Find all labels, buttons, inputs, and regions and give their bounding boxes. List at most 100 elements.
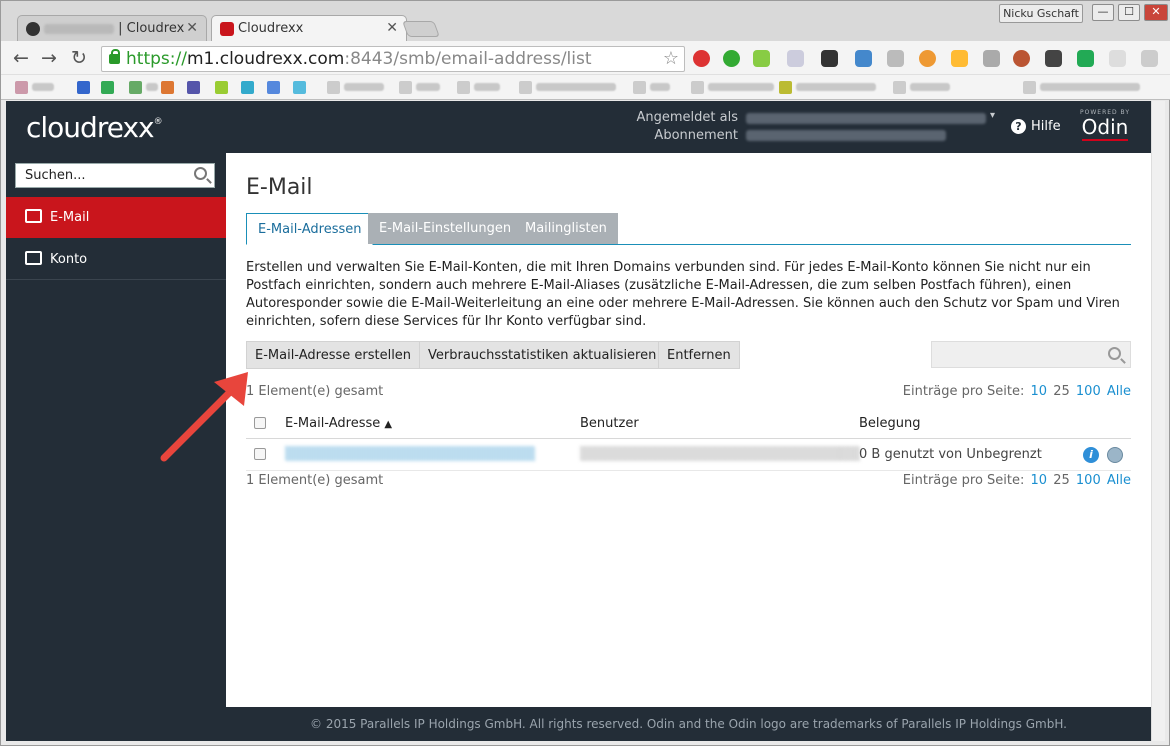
extension-icon[interactable] bbox=[693, 50, 710, 67]
profile-button[interactable]: Nicku Gschaft bbox=[999, 4, 1083, 23]
sidebar-item-konto[interactable]: Konto bbox=[6, 239, 226, 280]
bookmark-item[interactable] bbox=[77, 80, 90, 94]
extension-icon[interactable] bbox=[1109, 50, 1126, 67]
bookmark-item[interactable] bbox=[215, 80, 228, 94]
browser-tab-bar: | Cloudrex ✕ Cloudrexx ✕ Nicku Gschaft —… bbox=[1, 1, 1170, 42]
search-icon[interactable] bbox=[1108, 347, 1121, 360]
minimize-button[interactable]: — bbox=[1092, 4, 1114, 21]
column-user[interactable]: Benutzer bbox=[580, 416, 639, 431]
dropdown-chevron-icon[interactable]: ▾ bbox=[990, 110, 995, 121]
close-window-button[interactable]: ✕ bbox=[1144, 4, 1168, 21]
bookmark-item[interactable] bbox=[187, 80, 200, 94]
menu-icon[interactable] bbox=[1141, 50, 1158, 67]
row-checkbox[interactable] bbox=[254, 448, 266, 460]
per-page-10[interactable]: 10 bbox=[1031, 473, 1048, 488]
browser-tab-2[interactable]: Cloudrexx ✕ bbox=[211, 15, 407, 42]
extension-icon[interactable] bbox=[1045, 50, 1062, 67]
select-all-checkbox[interactable] bbox=[254, 417, 266, 429]
search-placeholder: Suchen... bbox=[25, 168, 86, 183]
page-description: Erstellen und verwalten Sie E-Mail-Konte… bbox=[246, 260, 1120, 329]
bookmark-item[interactable] bbox=[779, 80, 876, 94]
forward-icon[interactable]: → bbox=[41, 48, 57, 68]
extension-icon[interactable] bbox=[887, 50, 904, 67]
bookmark-item[interactable] bbox=[241, 80, 254, 94]
browser-tab-1[interactable]: | Cloudrex ✕ bbox=[17, 15, 207, 42]
help-label: Hilfe bbox=[1031, 119, 1061, 134]
bookmark-item[interactable] bbox=[129, 80, 158, 94]
bookmark-item[interactable] bbox=[633, 80, 670, 94]
column-usage[interactable]: Belegung bbox=[859, 416, 921, 431]
webmail-icon[interactable] bbox=[1107, 447, 1123, 463]
help-link[interactable]: ? Hilfe bbox=[1011, 119, 1061, 134]
per-page-bottom: Einträge pro Seite: 10 25 100 Alle bbox=[903, 473, 1131, 488]
search-icon[interactable] bbox=[194, 167, 207, 180]
extension-icon[interactable] bbox=[723, 50, 740, 67]
mail-icon bbox=[25, 209, 42, 223]
reload-icon[interactable]: ↻ bbox=[71, 48, 87, 68]
column-email-address[interactable]: E-Mail-Adresse ▲ bbox=[285, 416, 392, 431]
redacted-login[interactable] bbox=[746, 113, 986, 124]
tab-email-settings[interactable]: E-Mail-Einstellungen bbox=[368, 213, 523, 244]
lock-icon bbox=[109, 49, 120, 64]
extension-icon[interactable] bbox=[753, 50, 770, 67]
maximize-button[interactable]: ☐ bbox=[1118, 4, 1140, 21]
extension-icon[interactable] bbox=[1013, 50, 1030, 67]
per-page-25: 25 bbox=[1053, 384, 1070, 399]
bookmark-item[interactable] bbox=[267, 80, 280, 94]
total-count-top: 1 Element(e) gesamt bbox=[246, 384, 384, 399]
vertical-scrollbar[interactable] bbox=[1151, 101, 1165, 741]
bookmark-item[interactable] bbox=[293, 80, 306, 94]
per-page-all[interactable]: Alle bbox=[1107, 384, 1131, 399]
extension-icon[interactable] bbox=[787, 50, 804, 67]
bookmark-item[interactable] bbox=[161, 80, 174, 94]
address-bar[interactable]: https://m1.cloudrexx.com:8443/smb/email-… bbox=[101, 46, 685, 72]
tab-email-addresses[interactable]: E-Mail-Adressen bbox=[246, 213, 374, 245]
url-host: m1.cloudrexx.com bbox=[186, 49, 345, 69]
bookmark-item[interactable] bbox=[101, 80, 114, 94]
redacted-user: ▒▒▒▒▒▒▒▒▒▒▒▒▒▒▒▒▒▒▒▒▒▒▒▒▒▒▒▒ bbox=[580, 447, 860, 462]
per-page-10[interactable]: 10 bbox=[1031, 384, 1048, 399]
sidebar-item-email[interactable]: E-Mail bbox=[6, 197, 226, 238]
redacted-subscription[interactable] bbox=[746, 130, 946, 141]
info-icon[interactable]: i bbox=[1083, 447, 1099, 463]
odin-logo: POWERED BY Odin bbox=[1080, 109, 1130, 141]
per-page-all[interactable]: Alle bbox=[1107, 473, 1131, 488]
logged-in-label: Angemeldet als bbox=[636, 110, 739, 125]
back-icon[interactable]: ← bbox=[13, 48, 29, 68]
tab-bar: E-Mail-Adressen E-Mail-Einstellungen Mai… bbox=[246, 213, 1131, 245]
tab-label: Cloudrexx bbox=[238, 21, 304, 36]
new-tab-button[interactable] bbox=[402, 21, 440, 37]
per-page-100[interactable]: 100 bbox=[1076, 473, 1101, 488]
extension-icon[interactable] bbox=[1077, 50, 1094, 67]
bookmark-item[interactable] bbox=[457, 80, 500, 94]
table-row: ▒▒▒▒▒▒▒▒▒▒▒▒▒▒▒▒▒▒▒▒▒▒▒▒▒ ▒▒▒▒▒▒▒▒▒▒▒▒▒▒… bbox=[246, 439, 1131, 471]
browser-window: | Cloudrex ✕ Cloudrexx ✕ Nicku Gschaft —… bbox=[0, 0, 1170, 746]
logo-text: cloudrexx bbox=[26, 111, 155, 144]
bookmark-item[interactable] bbox=[399, 80, 440, 94]
redacted-email-link[interactable]: ▒▒▒▒▒▒▒▒▒▒▒▒▒▒▒▒▒▒▒▒▒▒▒▒▒ bbox=[285, 447, 535, 462]
refresh-stats-button[interactable]: Verbrauchsstatistiken aktualisieren bbox=[419, 341, 666, 369]
extension-icon[interactable] bbox=[855, 50, 872, 67]
bookmark-item[interactable] bbox=[1023, 80, 1140, 94]
tab-mailing-lists[interactable]: Mailinglisten bbox=[514, 213, 618, 244]
bookmark-item[interactable] bbox=[691, 80, 774, 94]
extension-icon[interactable] bbox=[919, 50, 936, 67]
tab-close-icon[interactable]: ✕ bbox=[386, 20, 398, 36]
remove-button[interactable]: Entfernen bbox=[658, 341, 740, 369]
extension-icon[interactable] bbox=[951, 50, 968, 67]
bookmark-item[interactable] bbox=[15, 80, 54, 94]
bookmark-item[interactable] bbox=[519, 80, 616, 94]
extension-icon[interactable] bbox=[821, 50, 838, 67]
bookmark-item[interactable] bbox=[327, 80, 384, 94]
list-search-input[interactable] bbox=[931, 341, 1131, 368]
bookmark-item[interactable] bbox=[893, 80, 950, 94]
tab-close-icon[interactable]: ✕ bbox=[186, 20, 198, 36]
extension-icon[interactable] bbox=[983, 50, 1000, 67]
create-email-button[interactable]: E-Mail-Adresse erstellen bbox=[246, 341, 421, 369]
sidebar-search-input[interactable]: Suchen... bbox=[15, 163, 215, 188]
sidebar-item-label: E-Mail bbox=[50, 210, 90, 225]
cloudrexx-logo[interactable]: cloudrexx® bbox=[26, 111, 163, 144]
bookmark-star-icon[interactable]: ☆ bbox=[663, 47, 679, 71]
bookmarks-bar bbox=[1, 75, 1170, 100]
per-page-100[interactable]: 100 bbox=[1076, 384, 1101, 399]
